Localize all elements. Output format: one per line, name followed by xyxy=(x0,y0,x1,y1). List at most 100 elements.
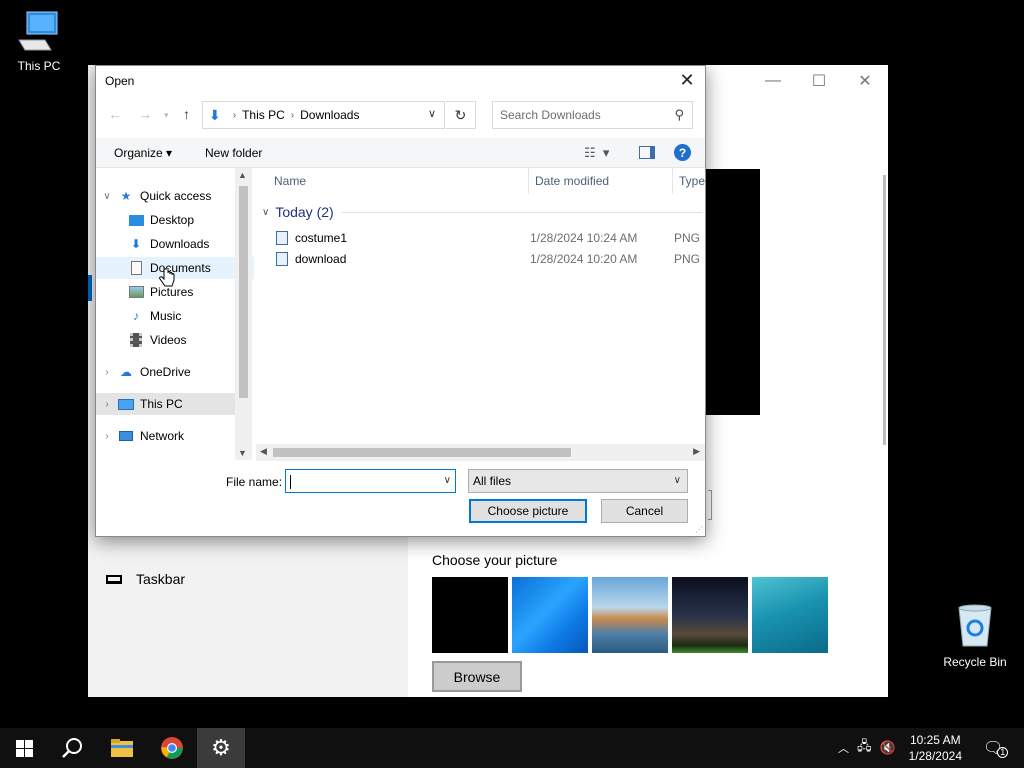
settings-nav-label: Taskbar xyxy=(136,571,186,587)
scrollbar-thumb[interactable] xyxy=(273,448,571,457)
volume-muted-icon[interactable]: 🔇 xyxy=(880,740,896,756)
file-row[interactable]: download 1/28/2024 10:20 AM PNG xyxy=(276,249,705,269)
refresh-icon: ↻ xyxy=(454,106,467,123)
settings-nav-taskbar[interactable]: Taskbar xyxy=(106,571,185,587)
chrome-button[interactable] xyxy=(148,728,196,768)
scroll-up-icon[interactable]: ▲ xyxy=(238,170,247,180)
file-explorer-button[interactable] xyxy=(98,728,146,768)
breadcrumb-downloads[interactable]: Downloads xyxy=(300,108,359,122)
chrome-icon xyxy=(161,737,183,759)
nav-item-label: Quick access xyxy=(140,189,212,203)
settings-scrollbar[interactable] xyxy=(883,175,886,445)
browse-button[interactable]: Browse xyxy=(432,661,522,692)
nav-item-quick-access[interactable]: ∨ ★ Quick access xyxy=(96,185,254,207)
chevron-down-icon[interactable]: ∨ xyxy=(96,191,118,202)
chevron-down-icon[interactable]: ∨ xyxy=(428,107,436,120)
column-header-name[interactable]: Name xyxy=(274,174,306,188)
search-placeholder: Search Downloads xyxy=(500,108,601,122)
picture-thumbnail-windows[interactable] xyxy=(512,577,588,653)
chevron-down-icon[interactable]: ∨ xyxy=(444,475,451,486)
up-arrow-icon[interactable]: ↑ xyxy=(183,106,190,122)
column-divider[interactable] xyxy=(672,168,673,194)
maximize-button[interactable]: ☐ xyxy=(796,65,842,97)
refresh-button[interactable]: ↻ xyxy=(446,101,476,129)
breadcrumb-separator-icon: › xyxy=(290,109,295,121)
column-divider[interactable] xyxy=(528,168,529,194)
back-arrow-icon[interactable]: ← xyxy=(108,106,122,122)
dialog-close-button[interactable]: ✕ xyxy=(677,70,697,91)
nav-item-music[interactable]: ♪ Music xyxy=(96,305,254,327)
text-caret xyxy=(290,475,291,489)
file-row[interactable]: costume1 1/28/2024 10:24 AM PNG xyxy=(276,228,705,248)
nav-item-desktop[interactable]: Desktop 📌 xyxy=(96,209,254,231)
choose-picture-button[interactable]: Choose picture xyxy=(469,499,587,523)
file-list-pane: Name Date modified Type ∨ Today (2) cost… xyxy=(256,168,705,460)
network-icon xyxy=(118,428,134,444)
help-icon[interactable]: ? xyxy=(674,144,691,161)
windows-logo-icon xyxy=(15,739,33,757)
picture-thumbnail-black[interactable] xyxy=(432,577,508,653)
preview-pane-icon[interactable] xyxy=(639,146,655,159)
clock[interactable]: 10:25 AM 1/28/2024 xyxy=(909,732,962,764)
settings-button-edge xyxy=(708,490,712,520)
navigation-pane: ∨ ★ Quick access Desktop 📌 ⬇ Downloads 📌… xyxy=(96,168,254,460)
file-name: download xyxy=(295,252,347,266)
close-button[interactable]: ✕ xyxy=(842,65,888,97)
nav-item-onedrive[interactable]: › ☁ OneDrive xyxy=(96,361,254,383)
column-header-type[interactable]: Type xyxy=(679,174,705,188)
resize-grip-icon[interactable]: ⋰ xyxy=(695,525,703,534)
recent-locations-icon[interactable]: ▾ xyxy=(164,110,169,121)
network-icon[interactable]: 🖧 xyxy=(857,737,872,759)
desktop-icon-recycle-bin[interactable]: Recycle Bin xyxy=(940,602,1010,669)
cancel-button[interactable]: Cancel xyxy=(601,499,688,523)
file-name-input[interactable]: ∨ xyxy=(285,469,456,493)
open-file-dialog: Open ✕ ← → ▾ ↑ ⬇ › This PC › Downloads ∨… xyxy=(95,65,706,537)
show-hidden-icons-chevron-up-icon[interactable]: ︿ xyxy=(838,740,849,756)
scroll-right-icon[interactable]: ▶ xyxy=(693,446,700,457)
organize-button[interactable]: Organize ▾ xyxy=(114,146,172,160)
file-list-horizontal-scrollbar[interactable]: ◀ ▶ xyxy=(256,444,705,461)
action-center-button[interactable]: 🗨 1 xyxy=(983,728,1009,768)
cloud-icon: ☁ xyxy=(120,365,132,379)
picture-thumbnail-beach[interactable] xyxy=(592,577,668,653)
picture-thumbnail-underwater[interactable] xyxy=(752,577,828,653)
system-tray: ︿ 🖧 🔇 xyxy=(838,728,896,768)
minimize-button[interactable]: — xyxy=(750,65,796,97)
chevron-down-icon[interactable]: ∨ xyxy=(262,207,269,218)
file-type-filter-value: All files xyxy=(473,474,512,488)
breadcrumb-this-pc[interactable]: This PC xyxy=(242,108,285,122)
forward-arrow-icon[interactable]: → xyxy=(138,106,152,122)
nav-item-videos[interactable]: Videos xyxy=(96,329,254,351)
view-options-icon[interactable]: ☷ ▾ xyxy=(584,145,609,161)
nav-item-this-pc[interactable]: › This PC xyxy=(96,393,235,415)
star-icon: ★ xyxy=(120,189,132,203)
search-icon: ⚲ xyxy=(674,107,684,122)
file-group-today[interactable]: ∨ Today (2) xyxy=(262,204,702,220)
column-header-date-modified[interactable]: Date modified xyxy=(535,174,609,188)
search-button[interactable] xyxy=(48,728,96,768)
scroll-down-icon[interactable]: ▼ xyxy=(238,448,247,458)
chevron-right-icon[interactable]: › xyxy=(96,367,118,378)
address-bar[interactable]: ⬇ › This PC › Downloads ∨ xyxy=(202,101,445,129)
chevron-right-icon[interactable]: › xyxy=(96,431,118,442)
file-group-label: Today (2) xyxy=(275,204,334,220)
file-type-filter-select[interactable]: All files ∨ xyxy=(468,469,688,493)
settings-taskbar-button[interactable]: ⚙ xyxy=(197,728,245,768)
search-input[interactable]: Search Downloads ⚲ xyxy=(492,101,693,129)
file-type: PNG xyxy=(674,231,701,245)
picture-thumbnail-night-sky[interactable] xyxy=(672,577,748,653)
scroll-left-icon[interactable]: ◀ xyxy=(260,446,267,457)
start-button[interactable] xyxy=(0,728,48,768)
clock-time: 10:25 AM xyxy=(909,733,961,747)
new-folder-button[interactable]: New folder xyxy=(205,146,262,160)
chevron-right-icon[interactable]: › xyxy=(96,399,118,410)
dialog-title: Open xyxy=(105,74,135,88)
nav-item-network[interactable]: › Network xyxy=(96,425,254,447)
nav-item-downloads[interactable]: ⬇ Downloads 📌 xyxy=(96,233,254,255)
scrollbar-thumb[interactable] xyxy=(239,186,248,398)
nav-item-label: Downloads xyxy=(150,237,210,251)
image-file-icon xyxy=(276,231,288,245)
navigation-pane-scrollbar[interactable]: ▲ ▼ xyxy=(235,168,252,460)
desktop-icon-this-pc[interactable]: This PC xyxy=(4,10,74,73)
music-icon: ♪ xyxy=(133,309,139,323)
